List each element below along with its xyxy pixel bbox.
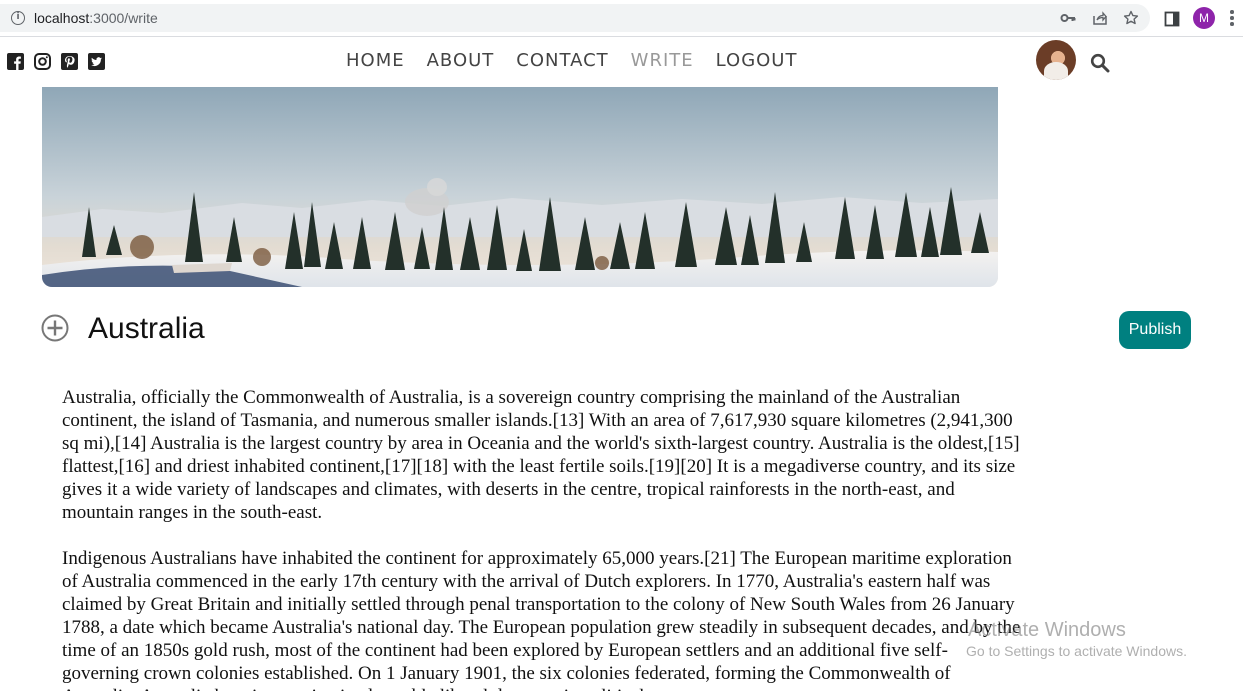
url-path: :3000/write — [89, 10, 158, 26]
side-panel-icon[interactable] — [1162, 9, 1182, 29]
browser-toolbar: i localhost:3000/write M — [0, 0, 1243, 37]
nav-about[interactable]: ABOUT — [427, 51, 495, 71]
story-paragraph: Australia, officially the Commonwealth o… — [62, 387, 1020, 523]
cover-image — [42, 87, 998, 287]
twitter-square-icon[interactable] — [87, 52, 105, 70]
publish-button[interactable]: Publish — [1119, 311, 1191, 349]
bookmark-star-icon[interactable] — [1122, 9, 1140, 27]
url-text[interactable]: localhost:3000/write — [34, 10, 158, 26]
browser-menu-icon[interactable] — [1229, 10, 1235, 28]
site-info-icon[interactable]: i — [11, 11, 25, 25]
address-bar[interactable]: i localhost:3000/write — [0, 4, 1150, 32]
windows-activation-subtitle: Go to Settings to activate Windows. — [966, 643, 1187, 659]
url-host: localhost — [34, 10, 90, 26]
snowy-forest-picture — [42, 87, 998, 287]
nav-home[interactable]: HOME — [346, 51, 405, 71]
instagram-icon[interactable] — [33, 52, 51, 70]
user-avatar[interactable] — [1036, 40, 1076, 80]
facebook-square-icon[interactable] — [6, 52, 24, 70]
nav-contact[interactable]: CONTACT — [516, 51, 608, 71]
profile-avatar[interactable]: M — [1193, 7, 1215, 29]
windows-activation-title: Activate Windows — [968, 619, 1126, 641]
key-icon[interactable] — [1059, 9, 1077, 27]
story-paragraph: Indigenous Australians have inhabited th… — [62, 548, 1021, 691]
share-icon[interactable] — [1091, 9, 1109, 27]
search-icon[interactable] — [1090, 53, 1110, 73]
title-input[interactable] — [88, 309, 788, 349]
main-nav: HOME ABOUT CONTACT WRITE LOGOUT — [346, 51, 797, 71]
nav-logout[interactable]: LOGOUT — [716, 51, 798, 71]
nav-write[interactable]: WRITE — [631, 51, 694, 71]
pinterest-icon[interactable] — [60, 52, 78, 70]
add-image-icon[interactable] — [41, 314, 69, 342]
story-textarea[interactable]: Australia, officially the Commonwealth o… — [62, 386, 1022, 691]
